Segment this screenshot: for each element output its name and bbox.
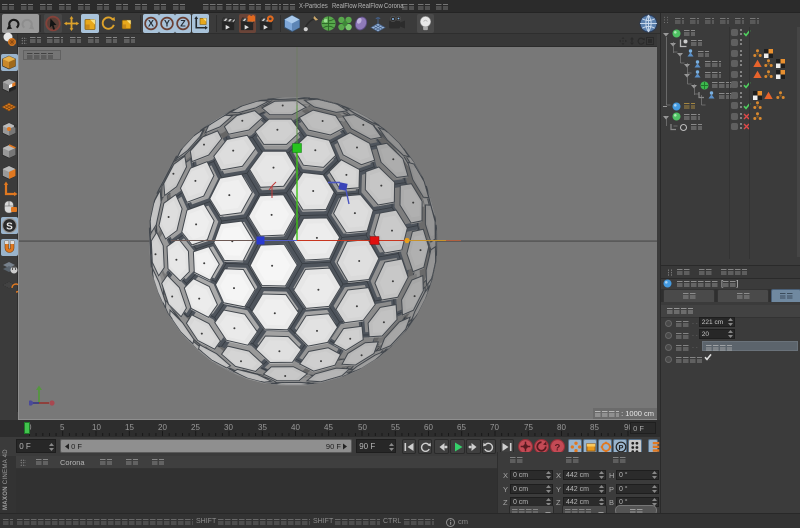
svg-text:Y: Y: [164, 19, 170, 29]
svg-text:S: S: [6, 222, 13, 233]
svg-text:X: X: [148, 19, 154, 29]
svg-text:P: P: [619, 443, 624, 452]
svg-text:Z: Z: [180, 19, 186, 29]
